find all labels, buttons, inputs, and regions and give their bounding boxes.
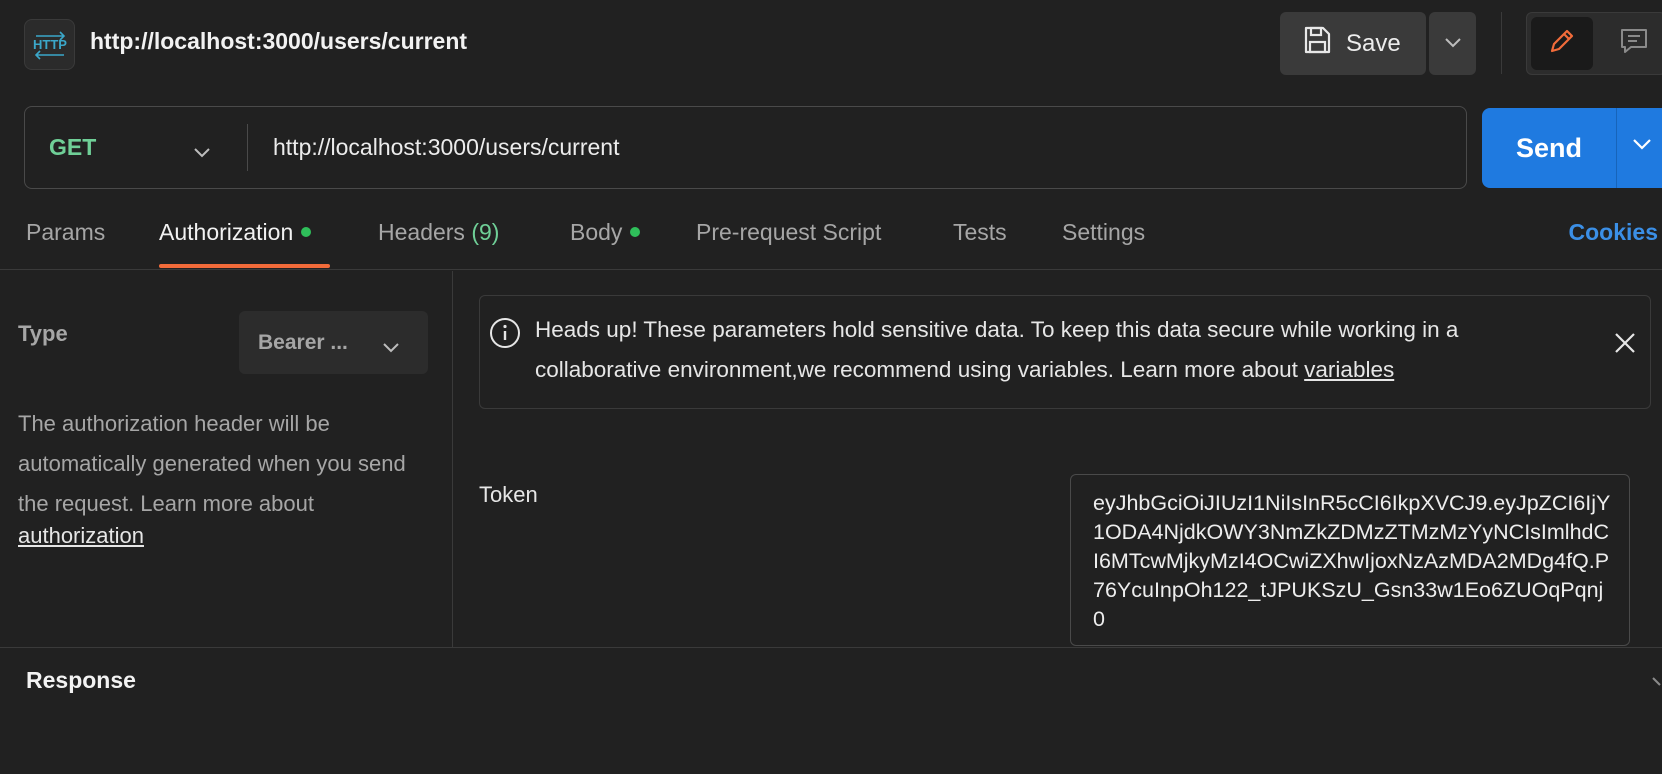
variables-link[interactable]: variables [1304,357,1394,382]
chevron-down-icon [193,137,211,164]
token-label: Token [479,482,538,507]
comment-mode-button[interactable] [1605,17,1662,70]
tab-params[interactable]: Params [26,219,105,246]
tab-tests[interactable]: Tests [953,219,1007,246]
type-label: Type [18,321,68,346]
url-input[interactable]: http://localhost:3000/users/current [273,107,1453,188]
tab-label: Settings [1062,219,1146,245]
divider [1616,108,1617,188]
request-title[interactable]: http://localhost:3000/users/current [90,28,467,55]
http-badge-text: HTTP [33,37,67,52]
tab-label: Authorization [159,219,294,245]
save-options-dropdown[interactable] [1429,12,1476,75]
tab-label: Params [26,219,106,245]
view-mode-toggle [1526,12,1662,75]
auth-type-panel: Type Bearer ... The authorization header… [0,271,453,647]
http-request-icon: HTTP [24,19,75,70]
send-label: Send [1515,132,1582,163]
headers-count: (9) [471,219,500,245]
save-icon [1302,25,1332,62]
response-panel: Response [0,647,1662,774]
chevron-down-icon [1444,35,1462,53]
tab-authorization[interactable]: Authorization [159,219,312,246]
response-title[interactable]: Response [26,667,136,694]
tab-pre-request-script[interactable]: Pre-request Script [696,219,881,246]
send-button[interactable]: Send [1482,108,1662,188]
info-icon [488,316,522,355]
status-dot [630,226,641,237]
request-tabs: Params Authorization Headers (9) Body Pr… [0,214,1662,270]
token-input[interactable]: eyJhbGciOiJIUzI1NiIsInR5cCI6IkpXVCJ9.eyJ… [1070,474,1630,646]
save-button[interactable]: Save [1280,12,1426,75]
tab-label: Body [570,219,623,245]
close-icon[interactable] [1610,328,1640,358]
edit-mode-button[interactable] [1531,17,1593,70]
auth-type-value: Bearer ... [258,330,348,354]
status-dot [301,226,312,237]
sensitive-data-warning: Heads up! These parameters hold sensitiv… [479,295,1651,409]
chevron-down-icon[interactable] [1632,137,1652,156]
divider [1501,12,1502,74]
request-header: HTTP http://localhost:3000/users/current… [0,0,1662,88]
tab-settings[interactable]: Settings [1062,219,1145,246]
authorization-link[interactable]: authorization [18,523,144,549]
method-select[interactable]: GET [25,107,247,188]
tab-label: Headers [378,219,465,245]
tab-label: Pre-request Script [696,219,882,245]
comment-icon [1619,26,1649,61]
chevron-down-icon[interactable] [1652,674,1662,692]
method-value: GET [49,134,97,160]
chevron-down-icon [382,335,400,359]
tab-body[interactable]: Body [570,219,641,246]
divider [247,124,248,171]
auth-description: The authorization header will be automat… [18,411,406,516]
auth-type-select[interactable]: Bearer ... [239,311,428,374]
save-label: Save [1346,29,1401,57]
url-bar: GET http://localhost:3000/users/current [24,106,1467,189]
tab-label: Tests [953,219,1007,245]
active-tab-indicator [159,264,330,268]
cookies-link[interactable]: Cookies [1569,219,1658,246]
tab-headers[interactable]: Headers (9) [378,219,499,246]
pencil-icon [1547,26,1577,61]
warning-text: Heads up! These parameters hold sensitiv… [535,310,1585,390]
